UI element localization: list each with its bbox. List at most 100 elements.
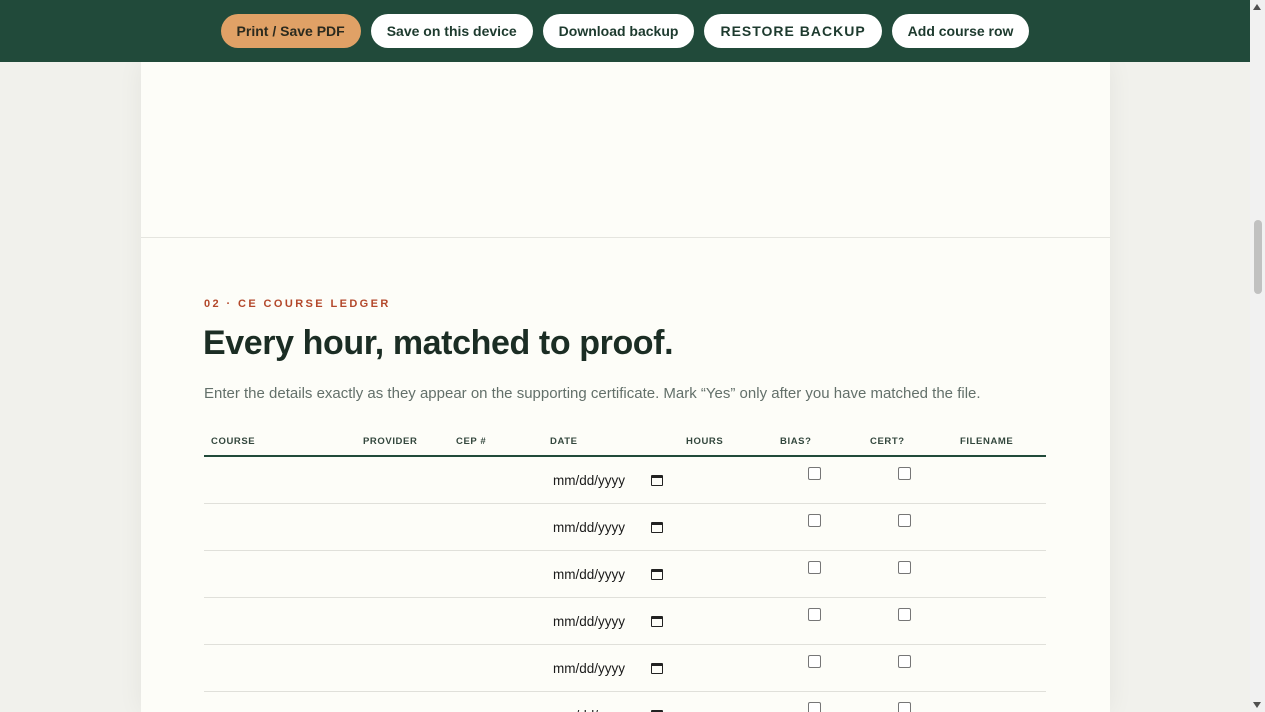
cep-cell (449, 644, 543, 692)
bias-cell (773, 456, 863, 504)
provider-input[interactable] (356, 457, 449, 503)
hours-cell (679, 644, 773, 692)
date-input[interactable]: mm/dd/yyyy (543, 598, 663, 644)
table-header-row: COURSE PROVIDER CEP # DATE HOURS BIAS? C… (204, 428, 1046, 457)
hours-cell (679, 456, 773, 504)
filename-input[interactable] (953, 692, 1046, 712)
course-input[interactable] (204, 598, 356, 644)
provider-input[interactable] (356, 551, 449, 597)
provider-input[interactable] (356, 645, 449, 691)
calendar-icon[interactable] (651, 568, 663, 580)
hours-input[interactable] (679, 551, 773, 597)
cep-cell (449, 456, 543, 504)
course-input[interactable] (204, 645, 356, 691)
cep-input[interactable] (449, 504, 543, 550)
hours-input[interactable] (679, 645, 773, 691)
date-input[interactable]: mm/dd/yyyy (543, 692, 663, 712)
provider-cell (356, 691, 449, 712)
column-header-bias: BIAS? (773, 428, 863, 457)
calendar-icon[interactable] (651, 521, 663, 533)
filename-input[interactable] (953, 645, 1046, 691)
cert-cell (863, 644, 953, 692)
table-row: mm/dd/yyyy (204, 550, 1046, 598)
cert-cell (863, 503, 953, 551)
bias-cell (773, 503, 863, 551)
filename-cell (953, 503, 1046, 551)
column-header-course: COURSE (204, 428, 356, 457)
scroll-up-arrow-icon[interactable] (1253, 4, 1261, 10)
provider-cell (356, 597, 449, 645)
vertical-scrollbar[interactable] (1250, 0, 1265, 712)
cep-cell (449, 503, 543, 551)
provider-input[interactable] (356, 504, 449, 550)
calendar-icon[interactable] (651, 615, 663, 627)
filename-input[interactable] (953, 598, 1046, 644)
cep-input[interactable] (449, 692, 543, 712)
calendar-icon[interactable] (651, 662, 663, 674)
date-placeholder: mm/dd/yyyy (553, 613, 626, 629)
course-cell (204, 597, 356, 645)
cep-input[interactable] (449, 457, 543, 503)
cep-input[interactable] (449, 598, 543, 644)
date-input[interactable]: mm/dd/yyyy (543, 504, 663, 550)
download-backup-button[interactable]: Download backup (542, 14, 695, 48)
course-ledger-table: COURSE PROVIDER CEP # DATE HOURS BIAS? C… (204, 428, 1046, 712)
provider-input[interactable] (356, 598, 449, 644)
bias-checkbox[interactable] (808, 561, 821, 574)
document-sheet: 02 · CE COURSE LEDGER Every hour, matche… (141, 62, 1110, 712)
course-input[interactable] (204, 692, 356, 712)
date-placeholder: mm/dd/yyyy (553, 660, 626, 676)
date-input[interactable]: mm/dd/yyyy (543, 457, 663, 503)
filename-input[interactable] (953, 457, 1046, 503)
add-course-row-button[interactable]: Add course row (891, 14, 1030, 48)
hours-input[interactable] (679, 598, 773, 644)
cert-checkbox[interactable] (898, 702, 911, 712)
hours-input[interactable] (679, 457, 773, 503)
print-save-pdf-button[interactable]: Print / Save PDF (220, 14, 361, 48)
cert-checkbox[interactable] (898, 608, 911, 621)
scroll-down-arrow-icon[interactable] (1253, 702, 1261, 708)
cert-cell (863, 597, 953, 645)
course-cell (204, 644, 356, 692)
course-input[interactable] (204, 504, 356, 550)
date-input[interactable]: mm/dd/yyyy (543, 645, 663, 691)
column-header-cep: CEP # (449, 428, 543, 457)
bias-checkbox[interactable] (808, 467, 821, 480)
filename-input[interactable] (953, 551, 1046, 597)
date-cell: mm/dd/yyyy (543, 691, 679, 712)
bias-checkbox[interactable] (808, 702, 821, 712)
bias-checkbox[interactable] (808, 608, 821, 621)
bias-cell (773, 644, 863, 692)
cert-checkbox[interactable] (898, 514, 911, 527)
provider-input[interactable] (356, 692, 449, 712)
cert-checkbox[interactable] (898, 655, 911, 668)
course-input[interactable] (204, 457, 356, 503)
save-on-device-button[interactable]: Save on this device (370, 14, 533, 48)
course-input[interactable] (204, 551, 356, 597)
filename-cell (953, 550, 1046, 598)
filename-input[interactable] (953, 504, 1046, 550)
cert-checkbox[interactable] (898, 467, 911, 480)
cert-cell (863, 691, 953, 712)
provider-cell (356, 503, 449, 551)
cert-checkbox[interactable] (898, 561, 911, 574)
bias-checkbox[interactable] (808, 514, 821, 527)
column-header-filename: FILENAME (953, 428, 1046, 457)
course-cell (204, 550, 356, 598)
date-input[interactable]: mm/dd/yyyy (543, 551, 663, 597)
bias-checkbox[interactable] (808, 655, 821, 668)
filename-cell (953, 691, 1046, 712)
date-cell: mm/dd/yyyy (543, 456, 679, 504)
provider-cell (356, 550, 449, 598)
cep-input[interactable] (449, 551, 543, 597)
calendar-icon[interactable] (651, 474, 663, 486)
restore-backup-button[interactable]: RESTORE BACKUP (704, 14, 882, 48)
column-header-date: DATE (543, 428, 679, 457)
hours-input[interactable] (679, 504, 773, 550)
cep-cell (449, 691, 543, 712)
scrollbar-thumb[interactable] (1254, 220, 1262, 294)
filename-cell (953, 644, 1046, 692)
hours-cell (679, 550, 773, 598)
hours-input[interactable] (679, 692, 773, 712)
cep-input[interactable] (449, 645, 543, 691)
